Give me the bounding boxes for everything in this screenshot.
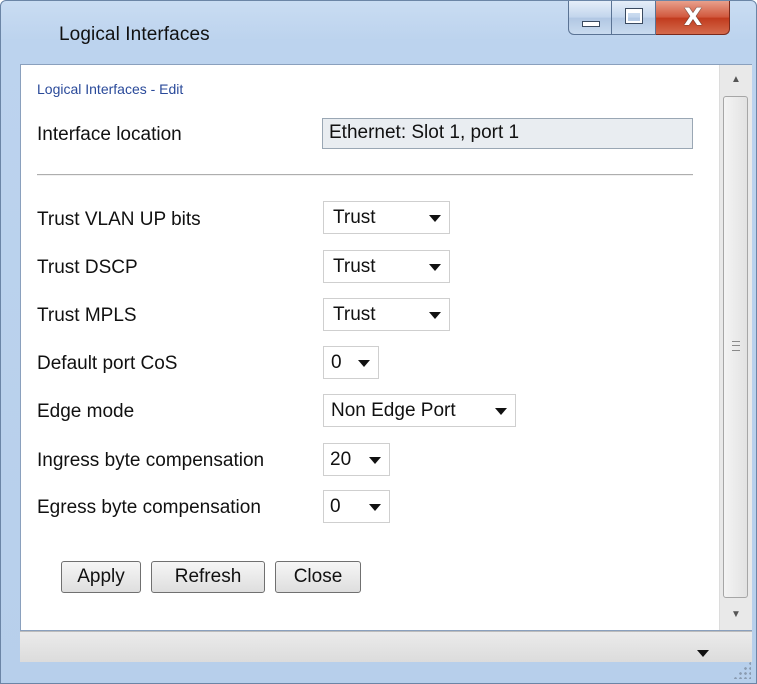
minimize-icon bbox=[582, 21, 600, 27]
close-window-button[interactable]: X bbox=[656, 1, 730, 35]
chevron-down-icon bbox=[495, 408, 507, 415]
scroll-grip-icon bbox=[732, 341, 740, 351]
trust-dscp-select[interactable]: Trust bbox=[323, 250, 450, 283]
select-value: Trust bbox=[333, 207, 376, 228]
select-value: Trust bbox=[333, 304, 376, 325]
default-port-cos-select[interactable]: 0 bbox=[323, 346, 379, 379]
chevron-down-icon bbox=[369, 457, 381, 464]
select-value: 20 bbox=[330, 449, 352, 470]
dialog-content bbox=[20, 64, 752, 631]
breadcrumb: Logical Interfaces - Edit bbox=[37, 81, 184, 97]
trust-mpls-label: Trust MPLS bbox=[37, 305, 137, 326]
egress-byte-compensation-select[interactable]: 0 bbox=[323, 490, 390, 523]
trust-vlan-up-bits-select[interactable]: Trust bbox=[323, 201, 450, 234]
chevron-down-icon bbox=[358, 360, 370, 367]
close-icon: X bbox=[683, 3, 703, 31]
edge-mode-select[interactable]: Non Edge Port bbox=[323, 394, 516, 427]
scroll-down-arrow-icon[interactable]: ▼ bbox=[720, 600, 752, 630]
ingress-byte-compensation-label: Ingress byte compensation bbox=[37, 450, 265, 471]
apply-button[interactable]: Apply bbox=[61, 561, 141, 593]
chevron-down-icon bbox=[369, 504, 381, 511]
chevron-down-icon[interactable] bbox=[697, 650, 709, 657]
interface-location-field: Ethernet: Slot 1, port 1 bbox=[322, 118, 693, 149]
trust-dscp-label: Trust DSCP bbox=[37, 257, 138, 278]
edge-mode-label: Edge mode bbox=[37, 401, 135, 422]
refresh-button[interactable]: Refresh bbox=[151, 561, 265, 593]
egress-byte-compensation-label: Egress byte compensation bbox=[37, 497, 261, 518]
section-divider bbox=[37, 174, 693, 176]
maximize-icon bbox=[625, 8, 643, 24]
close-button[interactable]: Close bbox=[275, 561, 361, 593]
select-value: 0 bbox=[331, 352, 342, 373]
trust-mpls-select[interactable]: Trust bbox=[323, 298, 450, 331]
chevron-down-icon bbox=[429, 264, 441, 271]
select-value: Non Edge Port bbox=[331, 400, 456, 421]
scroll-up-arrow-icon[interactable]: ▲ bbox=[720, 65, 752, 95]
window-title: Logical Interfaces bbox=[59, 24, 210, 45]
select-value: Trust bbox=[333, 256, 376, 277]
vertical-scrollbar[interactable]: ▲ ▼ bbox=[719, 65, 752, 630]
select-value: 0 bbox=[330, 496, 341, 517]
chevron-down-icon bbox=[429, 312, 441, 319]
status-bar bbox=[20, 631, 752, 662]
scroll-thumb[interactable] bbox=[723, 96, 748, 598]
default-port-cos-label: Default port CoS bbox=[37, 353, 178, 374]
trust-vlan-up-bits-label: Trust VLAN UP bits bbox=[37, 209, 201, 230]
ingress-byte-compensation-select[interactable]: 20 bbox=[323, 443, 390, 476]
maximize-button[interactable] bbox=[612, 1, 656, 35]
interface-location-label: Interface location bbox=[37, 124, 182, 145]
minimize-button[interactable] bbox=[568, 1, 612, 35]
chevron-down-icon bbox=[429, 215, 441, 222]
